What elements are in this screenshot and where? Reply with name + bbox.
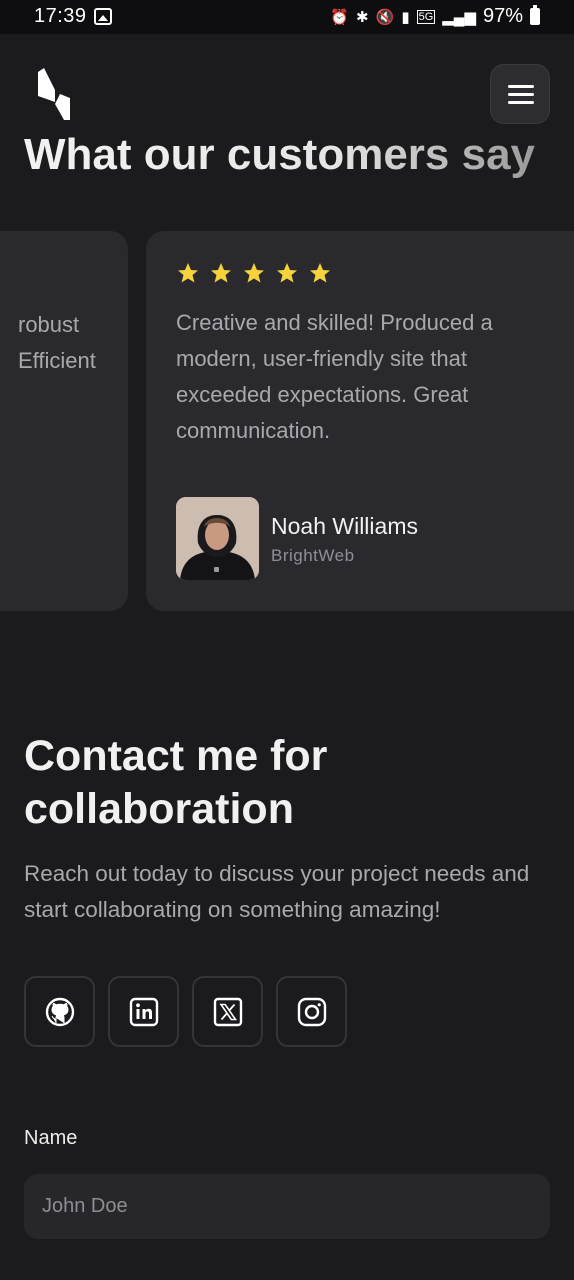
name-field-label: Name [24,1127,78,1149]
star-icon [244,263,264,283]
5g-icon: 5G [416,9,436,24]
github-button[interactable] [24,976,95,1047]
linkedin-button[interactable] [108,976,179,1047]
hamburger-menu-icon [508,85,534,88]
testimonial-text: Creative and skilled! Produced a modern,… [176,310,493,443]
github-icon [45,997,74,1026]
testimonial-text: robust Efficient [0,307,96,379]
contact-title: Contact me for collaboration [24,732,328,833]
x-icon [213,997,242,1026]
instagram-button[interactable] [276,976,347,1047]
battery-text: 97% [482,5,523,27]
alarm-icon: ⏰ [330,8,350,26]
avatar [176,497,259,580]
gallery-icon [94,8,112,25]
section-title-testimonials: What our customers say [24,130,536,179]
signal-icon: ▮ [401,8,410,26]
name-field[interactable] [24,1174,550,1239]
star-icon [211,263,231,283]
status-time: 17:39 [34,5,87,27]
logo-icon[interactable] [38,68,70,120]
signal-bars-icon: ▂▄▆ [442,8,476,26]
status-icons: ⏰ ✱ 🔇 ▮ 5G ▂▄▆ 97% [330,5,540,28]
star-rating [176,261,332,285]
testimonial-text-line: robust [18,312,80,337]
hamburger-line [508,93,534,96]
hamburger-line [508,101,534,104]
instagram-icon [297,997,326,1026]
author-company: BrightWeb [271,546,355,565]
linkedin-icon [129,997,158,1026]
star-icon [277,263,297,283]
star-icon [178,263,198,283]
battery-icon [530,5,540,25]
star-icon [310,263,330,283]
mute-icon: 🔇 [375,8,395,26]
contact-description: Reach out today to discuss your project … [24,861,530,922]
testimonial-card-previous[interactable]: robust Efficient [0,231,128,611]
x-button[interactable] [192,976,263,1047]
testimonial-card[interactable]: Creative and skilled! Produced a modern,… [146,231,574,611]
status-bar: 17:39 ⏰ ✱ 🔇 ▮ 5G ▂▄▆ 97% [0,0,574,34]
testimonial-text-line: Efficient [18,348,96,373]
menu-button[interactable] [490,64,550,124]
author-name: Noah Williams [271,513,418,539]
avatar-photo [176,497,259,580]
bluetooth-icon: ✱ [356,8,369,26]
page: 17:39 ⏰ ✱ 🔇 ▮ 5G ▂▄▆ 97% What our custom… [0,0,574,1280]
social-links [24,976,347,1047]
